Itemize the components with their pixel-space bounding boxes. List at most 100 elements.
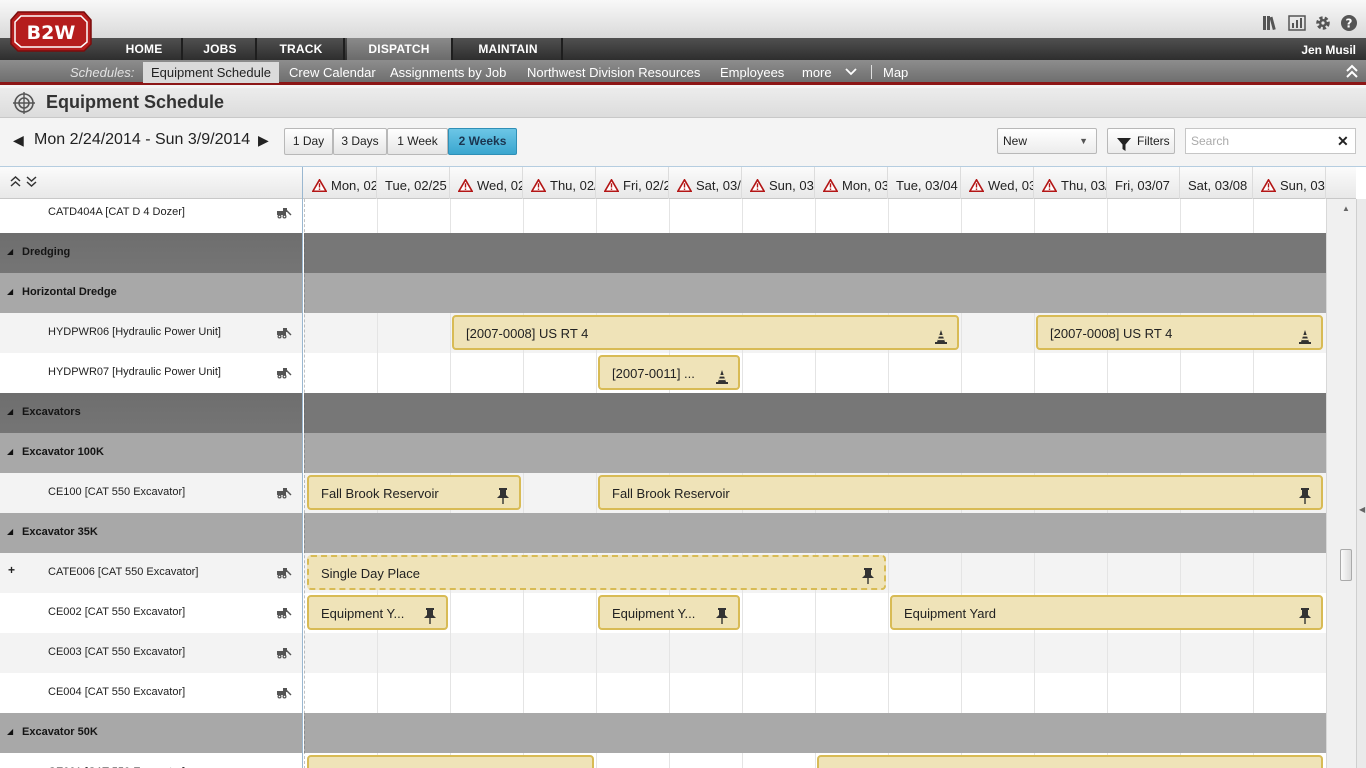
pin-icon[interactable] bbox=[862, 563, 874, 588]
day-column-header[interactable]: Mon, 03/03 bbox=[815, 167, 888, 199]
scroll-thumb[interactable] bbox=[1340, 549, 1352, 581]
day-gridline bbox=[961, 353, 962, 393]
day-column-header[interactable]: Thu, 03/06 bbox=[1034, 167, 1107, 199]
row-timeline[interactable] bbox=[304, 273, 1326, 313]
chevron-left-icon[interactable]: ◀ bbox=[1359, 505, 1365, 514]
close-icon[interactable]: ✕ bbox=[1337, 133, 1349, 150]
subnav-equipment-schedule[interactable]: Equipment Schedule bbox=[143, 62, 279, 83]
pin-icon[interactable] bbox=[1299, 483, 1311, 508]
status-select[interactable]: New ▼ bbox=[997, 128, 1097, 154]
assignment-bar[interactable]: Single Day Place bbox=[307, 555, 886, 590]
day-column-header[interactable]: Sun, 03/02 bbox=[742, 167, 815, 199]
collapse-triangle-icon[interactable]: ◢ bbox=[7, 527, 13, 536]
scroll-up-icon[interactable]: ▲ bbox=[1342, 204, 1350, 213]
collapse-triangle-icon[interactable]: ◢ bbox=[7, 287, 13, 296]
day-column-header[interactable]: Thu, 02/27 bbox=[523, 167, 596, 199]
filters-button[interactable]: Filters bbox=[1107, 128, 1175, 154]
side-panel-handle[interactable]: ◀ bbox=[1356, 199, 1366, 768]
help-icon[interactable]: ? bbox=[1340, 14, 1358, 32]
library-icon[interactable] bbox=[1262, 14, 1280, 32]
row-timeline[interactable] bbox=[304, 513, 1326, 553]
row-timeline[interactable] bbox=[304, 393, 1326, 433]
assignment-bar[interactable]: [2007-0008] US RT 4 bbox=[1036, 315, 1323, 350]
pin-icon[interactable] bbox=[1299, 603, 1311, 628]
day-column-header[interactable]: Sun, 03/09 bbox=[1253, 167, 1326, 199]
collapse-triangle-icon[interactable]: ◢ bbox=[7, 727, 13, 736]
range-1-day-button[interactable]: 1 Day bbox=[284, 128, 333, 155]
assignment-bar[interactable]: Fall Brook Reservoir bbox=[598, 475, 1323, 510]
row-timeline[interactable] bbox=[304, 433, 1326, 473]
vertical-scrollbar[interactable]: ▲ bbox=[1326, 199, 1356, 768]
traffic-cone-icon[interactable] bbox=[935, 323, 947, 348]
equipment-label[interactable]: HYDPWR07 [Hydraulic Power Unit] bbox=[48, 366, 221, 378]
day-column-header[interactable]: Wed, 02/26 bbox=[450, 167, 523, 199]
traffic-cone-icon[interactable] bbox=[716, 363, 728, 388]
tab-dispatch[interactable]: DISPATCH bbox=[347, 38, 453, 60]
tab-jobs[interactable]: JOBS bbox=[185, 38, 257, 60]
day-column-header[interactable]: Sat, 03/01 bbox=[669, 167, 742, 199]
day-column-header[interactable]: Tue, 02/25 bbox=[377, 167, 450, 199]
equipment-label[interactable]: CE003 [CAT 550 Excavator] bbox=[48, 646, 185, 658]
equipment-label[interactable]: CATD404A [CAT D 4 Dozer] bbox=[48, 206, 185, 218]
traffic-cone-icon[interactable] bbox=[570, 763, 582, 768]
assignment-bar[interactable]: [2007-0002] Peace Tradeport Phase 1 bbox=[307, 755, 594, 768]
day-column-header[interactable]: Fri, 02/28 bbox=[596, 167, 669, 199]
pin-icon[interactable] bbox=[716, 603, 728, 628]
equipment-label[interactable]: CE002 [CAT 550 Excavator] bbox=[48, 606, 185, 618]
assignment-bar[interactable]: Equipment Y... bbox=[598, 595, 740, 630]
collapse-triangle-icon[interactable]: ◢ bbox=[7, 247, 13, 256]
equipment-label[interactable]: CE004 [CAT 550 Excavator] bbox=[48, 686, 185, 698]
traffic-cone-icon[interactable] bbox=[1299, 323, 1311, 348]
assignment-bar[interactable]: [2007-0011] ... bbox=[598, 355, 740, 390]
gear-icon[interactable] bbox=[1314, 14, 1332, 32]
assignment-bar[interactable]: Equipment Y... bbox=[307, 595, 448, 630]
collapse-triangle-icon[interactable]: ◢ bbox=[7, 447, 13, 456]
next-range-arrow-icon[interactable]: ▶ bbox=[258, 132, 269, 149]
traffic-cone-icon[interactable] bbox=[1299, 763, 1311, 768]
equipment-label[interactable]: HYDPWR06 [Hydraulic Power Unit] bbox=[48, 326, 221, 338]
day-column-header[interactable]: Mon, 02/24 bbox=[304, 167, 377, 199]
subnav-crew-calendar[interactable]: Crew Calendar bbox=[289, 62, 376, 83]
assignment-bar[interactable]: [2007-0008] US RT 4 bbox=[452, 315, 959, 350]
range-1-week-button[interactable]: 1 Week bbox=[387, 128, 448, 155]
row-timeline[interactable] bbox=[304, 199, 1326, 233]
collapse-header-icon[interactable] bbox=[1345, 63, 1359, 84]
assignment-bar[interactable]: Fall Brook Reservoir bbox=[307, 475, 521, 510]
collapse-all-icon[interactable] bbox=[10, 175, 21, 191]
day-column-header[interactable]: Tue, 03/04 bbox=[888, 167, 961, 199]
tab-track[interactable]: TRACK bbox=[259, 38, 345, 60]
page-header: Equipment Schedule bbox=[0, 88, 1366, 118]
subnav-assignments-by-job[interactable]: Assignments by Job bbox=[390, 62, 506, 83]
b2w-logo[interactable]: B2W bbox=[10, 10, 92, 53]
equipment-label[interactable]: CATE006 [CAT 550 Excavator] bbox=[48, 566, 198, 578]
day-column-header[interactable]: Wed, 03/05 bbox=[961, 167, 1034, 199]
expand-plus-icon[interactable]: + bbox=[8, 563, 15, 577]
row-timeline[interactable] bbox=[304, 713, 1326, 753]
range-2-weeks-button[interactable]: 2 Weeks bbox=[448, 128, 517, 155]
subnav-map[interactable]: Map bbox=[883, 62, 908, 83]
search-input[interactable] bbox=[1185, 128, 1356, 154]
tab-maintain[interactable]: MAINTAIN bbox=[455, 38, 563, 60]
pin-icon[interactable] bbox=[424, 603, 436, 628]
subnav-employees[interactable]: Employees bbox=[720, 62, 784, 83]
user-name[interactable]: Jen Musil bbox=[1301, 38, 1356, 60]
day-column-header[interactable]: Sat, 03/08 bbox=[1180, 167, 1253, 199]
row-timeline[interactable] bbox=[304, 233, 1326, 273]
previous-range-arrow-icon[interactable]: ◀ bbox=[13, 132, 24, 149]
subnav-northwest-division-resources[interactable]: Northwest Division Resources bbox=[527, 62, 700, 83]
reports-icon[interactable] bbox=[1288, 14, 1306, 32]
assignment-bar[interactable]: Equipment Yard bbox=[890, 595, 1323, 630]
range-3-days-button[interactable]: 3 Days bbox=[333, 128, 387, 155]
equipment-label[interactable]: CE100 [CAT 550 Excavator] bbox=[48, 486, 185, 498]
subnav-more[interactable]: more bbox=[802, 62, 832, 83]
row-timeline[interactable] bbox=[304, 633, 1326, 673]
row-timeline[interactable] bbox=[304, 353, 1326, 393]
expand-all-icon[interactable] bbox=[26, 176, 37, 191]
day-column-header[interactable]: Fri, 03/07 bbox=[1107, 167, 1180, 199]
tab-home[interactable]: HOME bbox=[107, 38, 183, 60]
chevron-down-icon[interactable] bbox=[845, 63, 857, 84]
pin-icon[interactable] bbox=[497, 483, 509, 508]
assignment-bar[interactable]: [2007-0002] Peace Tradeport Phase 1 bbox=[817, 755, 1323, 768]
collapse-triangle-icon[interactable]: ◢ bbox=[7, 407, 13, 416]
row-timeline[interactable] bbox=[304, 673, 1326, 713]
